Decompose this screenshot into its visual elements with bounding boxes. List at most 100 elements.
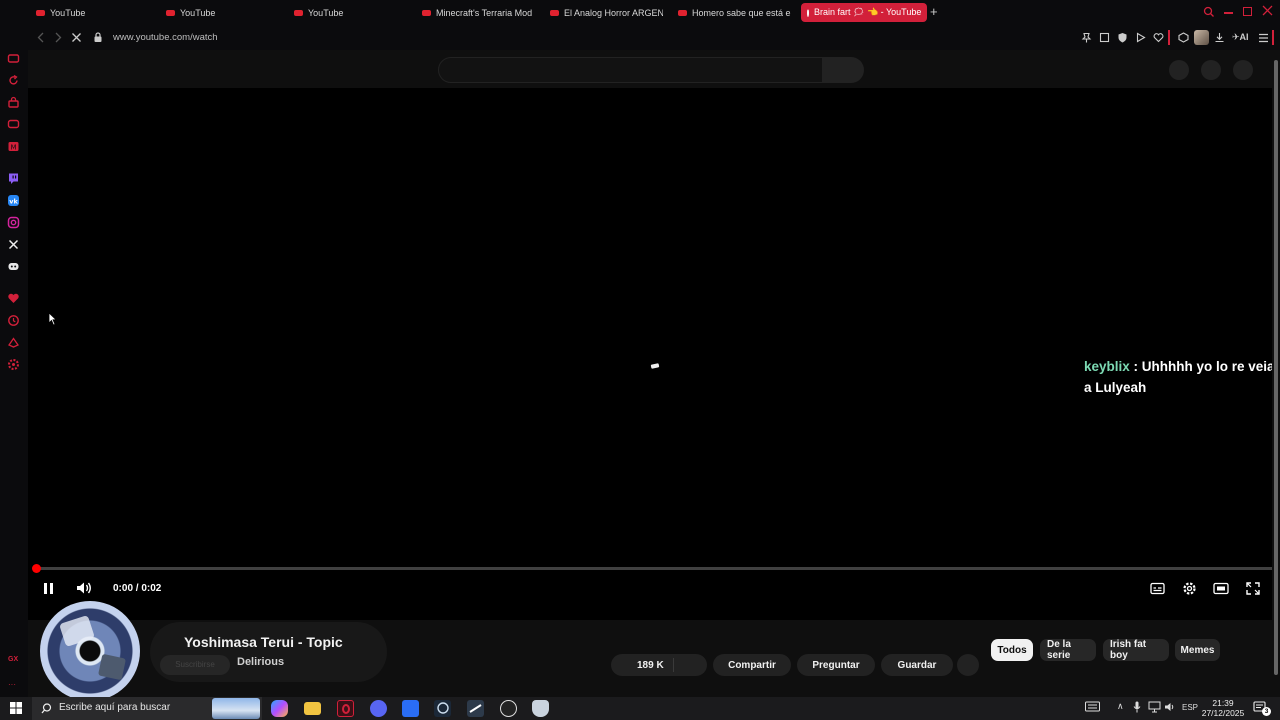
save-button[interactable]: Guardar bbox=[881, 654, 953, 676]
notifications-button[interactable] bbox=[1201, 60, 1221, 80]
channel-name[interactable]: Yoshimasa Terui - Topic bbox=[184, 634, 343, 650]
subtitles-button[interactable] bbox=[1150, 582, 1165, 595]
app-icon-blue[interactable] bbox=[402, 700, 419, 717]
extensions-cube-icon[interactable] bbox=[1178, 32, 1189, 43]
tab-analog-horror[interactable]: El Analog Horror ARGENTI bbox=[550, 3, 663, 22]
tray-chevron-icon[interactable]: ∧ bbox=[1117, 701, 1124, 712]
more-actions-button[interactable] bbox=[957, 654, 979, 676]
lock-icon[interactable] bbox=[93, 32, 103, 43]
page-scrollbar[interactable] bbox=[1272, 50, 1280, 697]
heart-icon[interactable] bbox=[7, 292, 20, 305]
volume-button[interactable] bbox=[76, 581, 92, 595]
fullscreen-button[interactable] bbox=[1246, 582, 1260, 595]
subscribe-button[interactable]: Suscribirse bbox=[160, 655, 230, 675]
youtube-header bbox=[28, 50, 1272, 88]
obs-icon[interactable] bbox=[500, 700, 517, 717]
settings-icon[interactable] bbox=[7, 358, 20, 371]
instagram-icon[interactable] bbox=[7, 216, 20, 229]
close-window-button[interactable] bbox=[1262, 5, 1273, 16]
vpn-shield-icon[interactable] bbox=[1117, 32, 1128, 43]
chip-memes[interactable]: Memes bbox=[1175, 639, 1220, 661]
easy-setup-menu-icon[interactable] bbox=[1258, 33, 1269, 43]
play-icon[interactable] bbox=[1135, 32, 1146, 43]
bag-icon[interactable] bbox=[7, 96, 20, 109]
chip-todos[interactable]: Todos bbox=[991, 639, 1033, 661]
scrollbar-thumb[interactable] bbox=[1274, 60, 1278, 675]
chat-overlay-message: keyblix : Uhhhhh yo lo re veia a Lulyeah bbox=[1084, 356, 1276, 398]
more-icon[interactable]: ··· bbox=[8, 680, 16, 689]
system-clock[interactable]: 21:39 27/12/2025 bbox=[1200, 698, 1246, 718]
keyboard-icon[interactable] bbox=[1085, 701, 1100, 712]
network-icon[interactable] bbox=[1148, 701, 1161, 713]
song-title: Delirious bbox=[237, 656, 285, 668]
ai-label: AI bbox=[1239, 32, 1249, 42]
account-avatar[interactable] bbox=[1233, 60, 1253, 80]
create-button[interactable] bbox=[1169, 60, 1189, 80]
snapshot-icon[interactable] bbox=[1099, 32, 1110, 43]
youtube-favicon-icon bbox=[550, 9, 559, 16]
aria-ai-button[interactable]: ✈AI bbox=[1232, 32, 1249, 43]
tab-youtube-3[interactable]: YouTube bbox=[294, 3, 404, 22]
start-button[interactable] bbox=[10, 702, 22, 714]
opera-gx-taskbar-icon[interactable] bbox=[337, 700, 354, 717]
history-icon[interactable] bbox=[7, 314, 20, 327]
panel-edge bbox=[1272, 30, 1274, 45]
chip-irish-fat-boy[interactable]: Irish fat boy bbox=[1103, 639, 1169, 661]
heart-bookmark-icon[interactable] bbox=[1153, 32, 1164, 43]
steam-icon[interactable] bbox=[434, 700, 451, 717]
scrubber-handle[interactable] bbox=[32, 564, 41, 573]
search-button[interactable] bbox=[822, 57, 864, 83]
language-indicator[interactable]: ESP bbox=[1182, 703, 1198, 712]
download-icon[interactable] bbox=[1214, 32, 1225, 43]
share-button[interactable]: Compartir bbox=[713, 654, 791, 676]
tab-youtube-2[interactable]: YouTube bbox=[166, 3, 276, 22]
progress-bar[interactable] bbox=[36, 567, 1272, 570]
ask-button[interactable]: Preguntar bbox=[797, 654, 875, 676]
shield-app-icon[interactable] bbox=[532, 700, 549, 717]
gx-label: GX bbox=[8, 656, 19, 663]
loading-spinner-icon bbox=[807, 8, 809, 17]
tab-brain-fart-active[interactable]: Brain fart 🗯 👈 - YouTube bbox=[801, 3, 927, 22]
discord-icon[interactable] bbox=[7, 260, 20, 273]
tab-label: Minecraft's Terraria Mod o bbox=[436, 7, 535, 18]
wallet-icon[interactable] bbox=[7, 52, 20, 65]
url-field[interactable]: www.youtube.com/watch bbox=[113, 32, 218, 43]
windows-taskbar: Escribe aquí para buscar ∧ ESP 21:39 27/1… bbox=[0, 697, 1280, 720]
chat-separator: : bbox=[1129, 359, 1142, 374]
discord-taskbar-icon[interactable] bbox=[370, 700, 387, 717]
game-launcher-icon[interactable] bbox=[467, 700, 484, 717]
like-button[interactable]: 189 K bbox=[611, 654, 707, 676]
profile-avatar[interactable] bbox=[1194, 30, 1209, 45]
pause-button[interactable] bbox=[42, 582, 56, 595]
tab-youtube-1[interactable]: YouTube bbox=[36, 3, 146, 22]
new-tab-button[interactable]: + bbox=[930, 5, 938, 18]
search-input[interactable] bbox=[438, 57, 823, 83]
video-player[interactable] bbox=[28, 88, 1272, 620]
like-count: 189 K bbox=[637, 659, 664, 671]
tab-homero[interactable]: Homero sabe que está en bbox=[678, 3, 791, 22]
maximize-button[interactable] bbox=[1243, 7, 1252, 16]
extensions-icon[interactable] bbox=[7, 336, 20, 349]
mail-icon[interactable]: M bbox=[7, 140, 20, 153]
pin-icon[interactable] bbox=[1081, 32, 1092, 43]
copilot-icon[interactable] bbox=[271, 700, 288, 717]
volume-tray-icon[interactable] bbox=[1164, 701, 1176, 713]
file-explorer-icon[interactable] bbox=[304, 702, 321, 715]
vk-icon[interactable]: vk bbox=[7, 194, 20, 207]
minimize-button[interactable] bbox=[1224, 12, 1233, 14]
search-tabs-icon[interactable] bbox=[1203, 6, 1215, 18]
theater-mode-button[interactable] bbox=[1213, 582, 1229, 595]
back-button[interactable] bbox=[36, 32, 46, 43]
reload-icon[interactable] bbox=[7, 74, 20, 87]
forward-button[interactable] bbox=[53, 32, 63, 43]
chip-de-la-serie[interactable]: De la serie bbox=[1040, 639, 1096, 661]
microphone-icon[interactable] bbox=[1133, 701, 1141, 713]
taskbar-search-box[interactable]: Escribe aquí para buscar bbox=[32, 697, 262, 720]
stop-loading-button[interactable] bbox=[71, 32, 82, 43]
tab-minecraft-terraria[interactable]: Minecraft's Terraria Mod o bbox=[422, 3, 535, 22]
chat-icon[interactable] bbox=[7, 118, 20, 131]
twitch-icon[interactable] bbox=[7, 172, 20, 185]
x-icon[interactable] bbox=[7, 238, 20, 251]
youtube-favicon-icon bbox=[36, 9, 45, 16]
settings-gear-button[interactable] bbox=[1182, 581, 1197, 596]
